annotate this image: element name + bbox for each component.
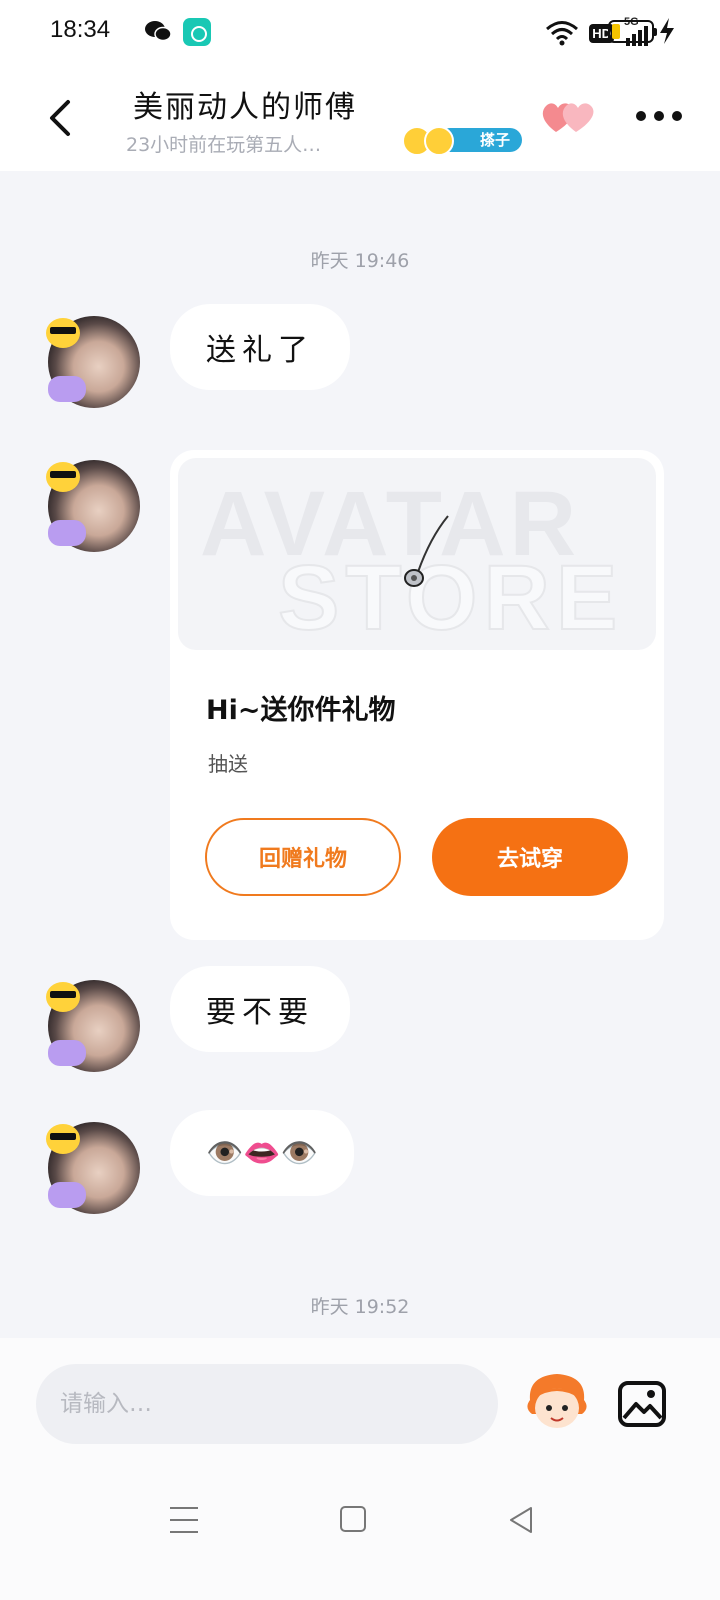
nav-back-icon[interactable] — [507, 1505, 537, 1535]
game-tag[interactable]: 搽子 — [402, 126, 522, 156]
sunglasses-emoji-icon — [46, 318, 80, 348]
charging-icon — [660, 18, 674, 44]
sunglasses-emoji-icon — [46, 982, 80, 1012]
gift-image: AVATAR STORE — [178, 458, 656, 650]
avatar[interactable] — [46, 460, 140, 552]
gift-subtitle: 抽送 — [208, 752, 248, 776]
sticker-icon[interactable] — [522, 1370, 592, 1434]
menu-icon[interactable] — [170, 1507, 198, 1533]
more-dots-icon[interactable] — [636, 111, 682, 121]
hearts-icon[interactable] — [540, 96, 596, 136]
try-on-button[interactable]: 去试穿 — [432, 818, 628, 896]
message-bubble[interactable]: 👁️👄👁️ — [170, 1110, 355, 1196]
system-nav-bar — [0, 1463, 720, 1600]
message-bubble[interactable]: 送礼了 — [170, 304, 350, 390]
game-controller-icon — [48, 1182, 86, 1208]
game-controller-icon — [48, 520, 86, 546]
sunglasses-emoji-icon — [46, 1124, 80, 1154]
chat-header: 美丽动人的师傅 23小时前在玩第五人… 搽子 — [0, 66, 720, 171]
wechat-icon — [145, 21, 172, 42]
online-status: 23小时前在玩第五人… — [126, 134, 322, 156]
status-time: 18:34 — [50, 16, 111, 43]
image-icon[interactable] — [617, 1380, 667, 1428]
gift-card[interactable]: AVATAR STORE Hi~送你件礼物 抽送 回赠礼物 去试穿 — [170, 450, 664, 940]
home-icon[interactable] — [340, 1506, 366, 1532]
return-gift-button[interactable]: 回赠礼物 — [205, 818, 401, 896]
music-app-icon — [183, 18, 211, 46]
back-arrow-icon[interactable] — [44, 96, 78, 140]
wifi-icon — [546, 21, 579, 46]
status-bar: 18:34 HD 5G — [0, 0, 720, 66]
avatar[interactable] — [46, 980, 140, 1072]
gift-title: Hi~送你件礼物 — [206, 695, 396, 726]
timestamp: 昨天 19:52 — [310, 1296, 410, 1318]
emoji-star-eyes-icon — [424, 126, 454, 156]
earring-icon — [404, 515, 449, 587]
battery-icon — [608, 20, 657, 43]
game-controller-icon — [48, 376, 86, 402]
avatar[interactable] — [46, 1122, 140, 1214]
page-title[interactable]: 美丽动人的师傅 — [133, 82, 357, 126]
avatar[interactable] — [46, 316, 140, 408]
message-input[interactable]: 请输入… — [36, 1364, 498, 1444]
input-bar: 请输入… — [0, 1338, 720, 1463]
game-controller-icon — [48, 1040, 86, 1066]
sunglasses-emoji-icon — [46, 462, 80, 492]
message-bubble[interactable]: 要不要 — [170, 966, 350, 1052]
timestamp: 昨天 19:46 — [310, 250, 410, 272]
